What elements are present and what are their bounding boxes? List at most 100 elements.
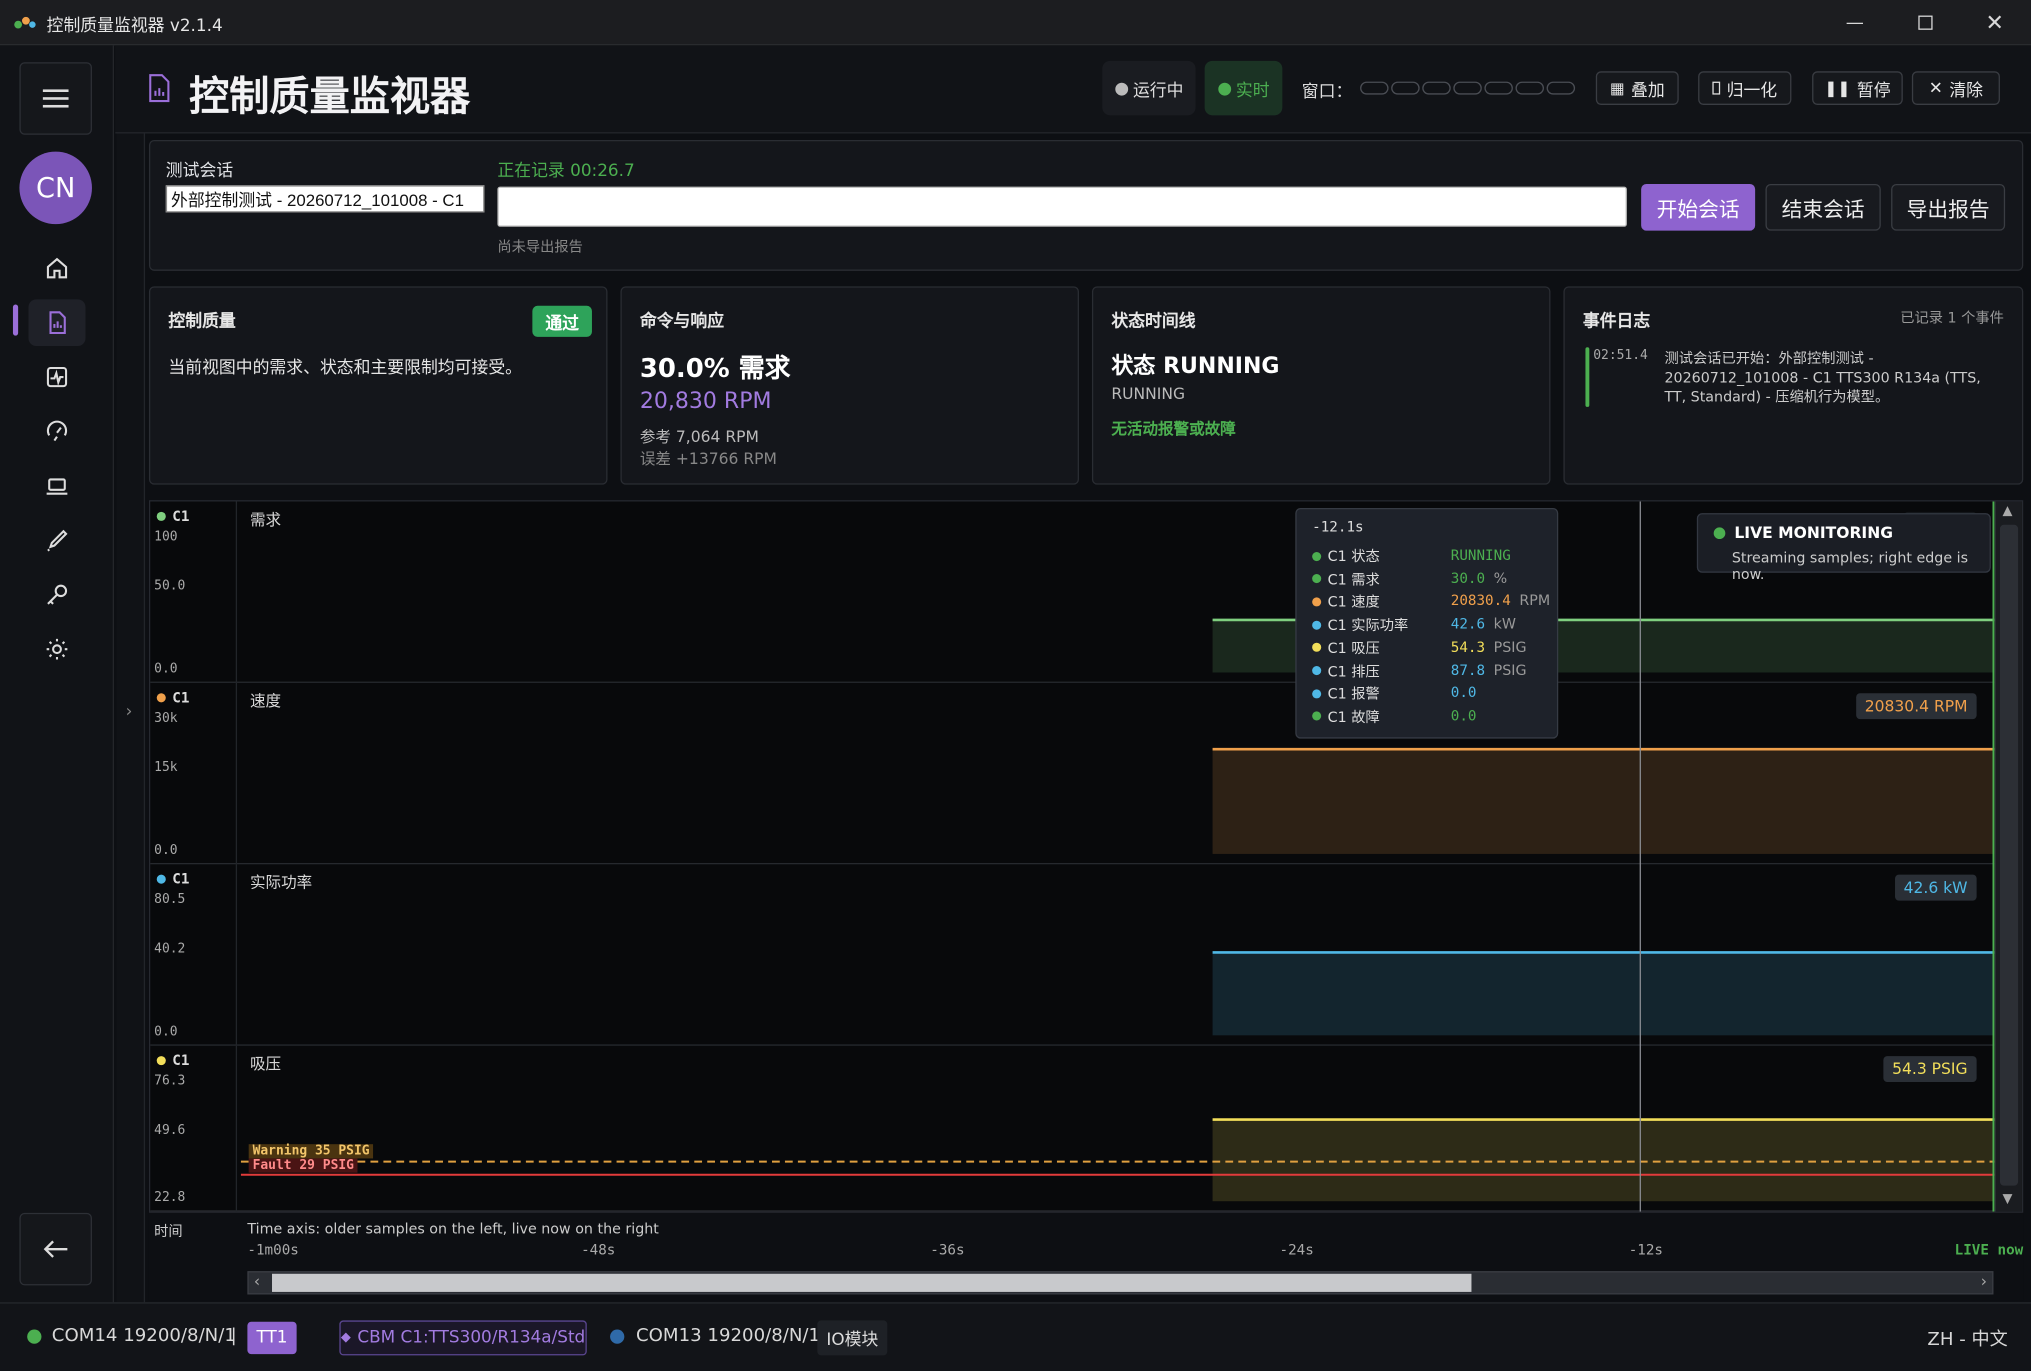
live-title: LIVE MONITORING [1734, 523, 1893, 542]
tooltip-value: RUNNING [1450, 546, 1511, 564]
window-label: 窗口： [1301, 82, 1353, 103]
tooltip-row: C1 状态 [1312, 546, 1380, 567]
trend-chart[interactable]: C1 需求10050.00.030.0 % C1 速度30k15k0.02083… [148, 500, 2024, 1213]
quality-text: 当前视图中的需求、状态和主要限制均可接受。 [168, 358, 523, 379]
chevron-left-icon[interactable]: ‹ [254, 1272, 260, 1290]
x-tick-label: -24s [1279, 1241, 1314, 1259]
axis-hint: Time axis: older samples on the left, li… [247, 1220, 659, 1238]
tooltip-row: C1 报警 [1312, 683, 1380, 704]
event-marker [1585, 347, 1590, 407]
language-selector[interactable]: ZH - 中文 [1927, 1326, 2007, 1352]
minimize-button[interactable]: — [1820, 0, 1890, 45]
vertical-scrollbar[interactable]: ▲ ▼ [1994, 501, 2022, 1212]
window-segment[interactable] [1422, 81, 1451, 95]
nav-device[interactable] [28, 463, 85, 510]
overlay-button[interactable]: ▦ 叠加 [1595, 71, 1679, 105]
tooltip-unit: PSIG [1493, 661, 1527, 679]
tooltip-row: C1 实际功率 [1312, 614, 1408, 635]
cbm-badge[interactable]: ◆ CBM C1:TTS300/R134a/Std [339, 1320, 587, 1356]
tooltip-row: C1 速度 [1312, 591, 1380, 612]
recording-status: 正在记录 00:26.7 [497, 161, 635, 182]
report-icon [49, 311, 66, 335]
close-button[interactable]: ✕ [1960, 0, 2030, 45]
event-text[interactable]: 测试会话已开始：外部控制测试 - 20260712_101008 - C1 TT… [1664, 349, 2001, 407]
rpm-value: 20,830 RPM [639, 388, 772, 415]
tooltip-value: 42.6 [1450, 615, 1486, 633]
back-button[interactable] [19, 1212, 92, 1286]
normalize-button[interactable]: 归一化 [1698, 71, 1792, 105]
time-axis: 时间 Time axis: older samples on the left,… [148, 1212, 2024, 1301]
window-segment[interactable] [1546, 81, 1576, 95]
tooltip-row-value: 42.6 kW [1451, 616, 1516, 633]
x-tick-label: -1m00s [247, 1241, 299, 1259]
status-running-label: 运行中 [1132, 80, 1184, 101]
tooltip-row-name: C1 报警 [1327, 685, 1380, 703]
gauge-icon [46, 420, 68, 442]
tooltip-row-name: C1 需求 [1327, 571, 1380, 588]
window-segment[interactable] [1515, 81, 1544, 95]
title-bar: 控制质量监视器 v2.1.4 — ✕ [0, 0, 2031, 46]
nav-report[interactable] [28, 299, 86, 346]
export-report-button[interactable]: 导出报告 [1891, 184, 2006, 231]
pause-label: 暂停 [1856, 80, 1891, 101]
menu-button[interactable] [19, 62, 92, 135]
horizontal-scrollbar[interactable]: ‹ › [247, 1271, 1994, 1295]
pause-button[interactable]: ❚❚ 暂停 [1812, 71, 1903, 105]
maximize-button[interactable] [1890, 0, 1960, 45]
start-session-button[interactable]: 开始会话 [1641, 184, 1756, 231]
home-icon [46, 257, 68, 279]
nav-keys[interactable] [28, 571, 85, 618]
avatar[interactable]: CN [19, 151, 92, 225]
tooltip-row-value: 0.0 [1451, 707, 1477, 724]
scrollbar-thumb[interactable] [272, 1273, 1472, 1292]
arrow-left-icon [43, 1240, 68, 1258]
maximize-icon [1917, 15, 1932, 30]
nav-edit[interactable] [28, 517, 85, 564]
dot-icon: ● [1217, 78, 1233, 98]
series-dot-icon [1312, 666, 1322, 676]
hamburger-icon [42, 89, 69, 108]
nav-home[interactable] [28, 245, 85, 292]
clear-button[interactable]: ✕ 清除 [1911, 71, 2000, 105]
error-value: 误差 +13766 RPM [639, 449, 777, 468]
io-badge[interactable]: IO模块 [817, 1320, 888, 1356]
diamond-icon: ◆ [340, 1330, 351, 1346]
tooltip-row-value: 30.0 % [1451, 570, 1507, 587]
window-segment[interactable] [1453, 81, 1482, 95]
scrollbar-thumb[interactable] [1999, 524, 2019, 1186]
tooltip-unit: RPM [1519, 592, 1551, 610]
status-badge: 通过 [532, 305, 592, 337]
port1-status: COM14 19200/8/N/1 [51, 1325, 236, 1347]
session-notes-input[interactable] [497, 186, 1627, 227]
status-bar: COM14 19200/8/N/1 | TT1 ◆ CBM C1:TTS300/R… [0, 1302, 2031, 1371]
nav-active-indicator [12, 304, 19, 336]
series-dot-icon [1312, 574, 1322, 584]
nav-gauge[interactable] [28, 408, 85, 455]
nav-monitor[interactable] [28, 354, 85, 401]
x-tick-label: -48s [581, 1241, 616, 1259]
end-session-button[interactable]: 结束会话 [1765, 184, 1881, 231]
nav-settings[interactable] [28, 626, 85, 673]
window-segment[interactable] [1391, 81, 1420, 95]
tooltip-row: C1 需求 [1312, 568, 1380, 589]
card-title: 事件日志 [1582, 312, 1651, 332]
chart-tooltip: -12.1s C1 状态 RUNNING C1 需求 30.0 % C1 速度 2083… [1295, 507, 1559, 739]
close-icon: ✕ [1985, 9, 2004, 36]
status-live-pill: ● 实时 [1204, 60, 1283, 116]
chevron-down-icon[interactable]: ▼ [2003, 1192, 2013, 1206]
window-segment[interactable] [1484, 81, 1513, 95]
tooltip-value: 20830.4 [1450, 592, 1511, 610]
x-tick-label: -36s [930, 1241, 965, 1259]
app-icon [14, 16, 36, 29]
tooltip-row: C1 排压 [1312, 660, 1380, 681]
collapse-strip[interactable]: › [116, 132, 146, 1303]
tooltip-value: 0.0 [1450, 707, 1477, 725]
window-segment[interactable] [1360, 81, 1389, 95]
session-label: 测试会话 [165, 161, 234, 182]
tt-badge[interactable]: TT1 [247, 1321, 297, 1355]
reference-value: 参考 7,064 RPM [639, 427, 759, 446]
chevron-up-icon[interactable]: ▲ [2003, 504, 2013, 518]
session-name-input[interactable] [165, 185, 485, 213]
chevron-right-icon[interactable]: › [1981, 1272, 1987, 1290]
live-subtitle: Streaming samples; right edge is now. [1731, 549, 1969, 584]
